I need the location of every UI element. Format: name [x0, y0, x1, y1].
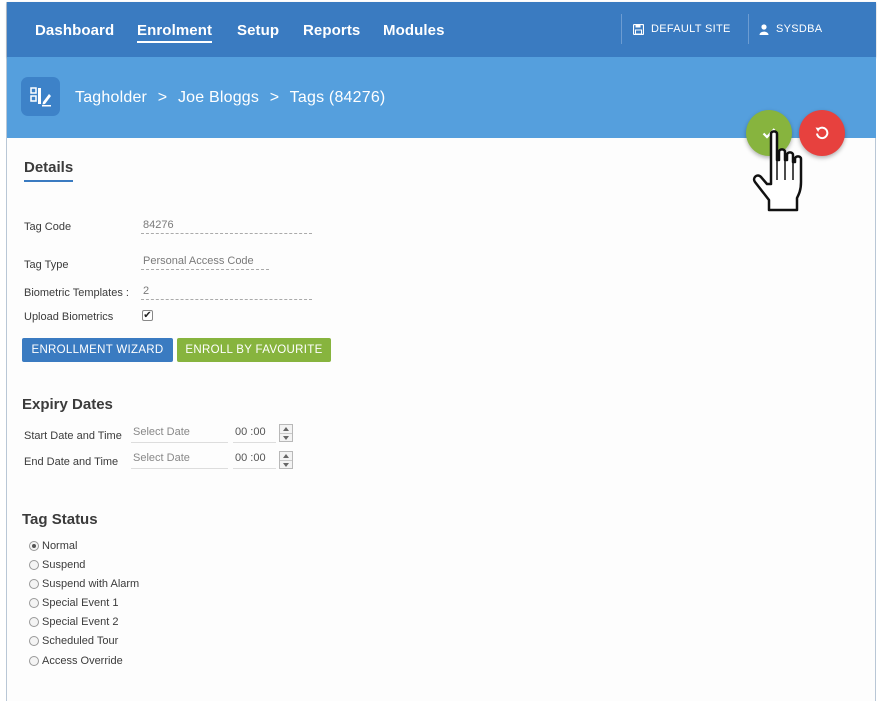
start-date-label: Start Date and Time	[24, 430, 122, 442]
breadcrumb: Tagholder > Joe Bloggs > Tags (84276)	[75, 89, 391, 107]
end-date-label: End Date and Time	[24, 456, 119, 468]
status-option-label: Access Override	[42, 655, 123, 667]
tag-type-field[interactable]: Personal Access Code	[141, 255, 269, 270]
tag-code-label: Tag Code	[24, 221, 72, 233]
radio-button[interactable]	[29, 598, 39, 608]
tag-code-field[interactable]: 84276	[141, 219, 312, 234]
end-time-input[interactable]: 00 :00	[233, 452, 276, 469]
site-label: DEFAULT SITE	[651, 23, 731, 35]
breadcrumb-separator: >	[269, 89, 280, 106]
radio-button[interactable]	[29, 560, 39, 570]
status-option-normal[interactable]: Normal	[29, 540, 77, 552]
save-disk-icon	[633, 23, 644, 35]
nav-modules[interactable]: Modules	[383, 22, 445, 39]
status-option-label: Normal	[42, 540, 78, 552]
tag-type-label: Tag Type	[24, 259, 69, 271]
enrollment-wizard-button[interactable]: ENROLLMENT WIZARD	[22, 338, 173, 362]
upload-biometrics-label: Upload Biometrics	[24, 311, 114, 323]
nav-divider	[748, 14, 749, 44]
status-option-special-event-2[interactable]: Special Event 2	[29, 616, 118, 628]
status-option-scheduled-tour[interactable]: Scheduled Tour	[29, 635, 118, 647]
radio-button[interactable]	[29, 579, 39, 589]
page-header: Tagholder > Joe Bloggs > Tags (84276)	[7, 57, 876, 138]
radio-button[interactable]	[29, 656, 39, 666]
app-frame: Dashboard Enrolment Setup Reports Module…	[6, 2, 876, 701]
end-date-input[interactable]: Select Date	[131, 452, 228, 469]
status-option-label: Special Event 2	[42, 616, 119, 628]
radio-button[interactable]	[29, 541, 39, 551]
nav-dashboard[interactable]: Dashboard	[35, 22, 114, 39]
biometric-templates-field[interactable]: 2	[141, 285, 312, 300]
breadcrumb-joe-bloggs[interactable]: Joe Bloggs	[178, 89, 259, 106]
breadcrumb-tags: Tags (84276)	[289, 89, 386, 106]
nav-setup[interactable]: Setup	[237, 22, 279, 39]
upload-biometrics-checkbox[interactable]: ✔	[142, 310, 153, 321]
undo-icon	[815, 126, 829, 140]
status-option-suspend[interactable]: Suspend	[29, 559, 85, 571]
end-time-spinner[interactable]	[279, 451, 293, 469]
spinner-down-icon[interactable]	[283, 463, 289, 467]
user-label: SYSDBA	[776, 23, 823, 35]
tag-edit-icon	[21, 77, 60, 116]
status-option-label: Suspend with Alarm	[42, 578, 140, 590]
expiry-dates-heading: Expiry Dates	[22, 396, 113, 413]
radio-button[interactable]	[29, 617, 39, 627]
user-menu[interactable]: SYSDBA	[759, 23, 822, 35]
start-time-input[interactable]: 00 :00	[233, 426, 276, 443]
spinner-down-icon[interactable]	[283, 436, 289, 440]
top-nav: Dashboard Enrolment Setup Reports Module…	[7, 2, 876, 57]
nav-enrolment[interactable]: Enrolment	[137, 22, 213, 43]
nav-reports[interactable]: Reports	[303, 22, 360, 39]
breadcrumb-tagholder[interactable]: Tagholder	[75, 89, 147, 106]
nav-divider	[621, 14, 622, 44]
user-icon	[759, 23, 769, 35]
status-option-label: Special Event 1	[42, 597, 119, 609]
tag-status-heading: Tag Status	[22, 511, 98, 528]
hand-pointer-icon	[752, 130, 803, 212]
breadcrumb-separator: >	[157, 89, 168, 106]
enroll-by-favourite-button[interactable]: ENROLL BY FAVOURITE	[177, 338, 331, 362]
status-option-access-override[interactable]: Access Override	[29, 655, 123, 667]
start-date-input[interactable]: Select Date	[131, 426, 228, 443]
details-tab[interactable]: Details	[24, 159, 74, 182]
status-option-label: Scheduled Tour	[42, 635, 119, 647]
spinner-up-icon[interactable]	[283, 454, 289, 458]
start-time-spinner[interactable]	[279, 424, 293, 442]
radio-button[interactable]	[29, 636, 39, 646]
spinner-up-icon[interactable]	[283, 427, 289, 431]
site-selector[interactable]: DEFAULT SITE	[633, 23, 731, 35]
status-option-special-event-1[interactable]: Special Event 1	[29, 597, 118, 609]
status-option-label: Suspend	[42, 559, 86, 571]
status-option-suspend-with-alarm[interactable]: Suspend with Alarm	[29, 578, 139, 590]
biometric-templates-label: Biometric Templates :	[24, 287, 129, 299]
